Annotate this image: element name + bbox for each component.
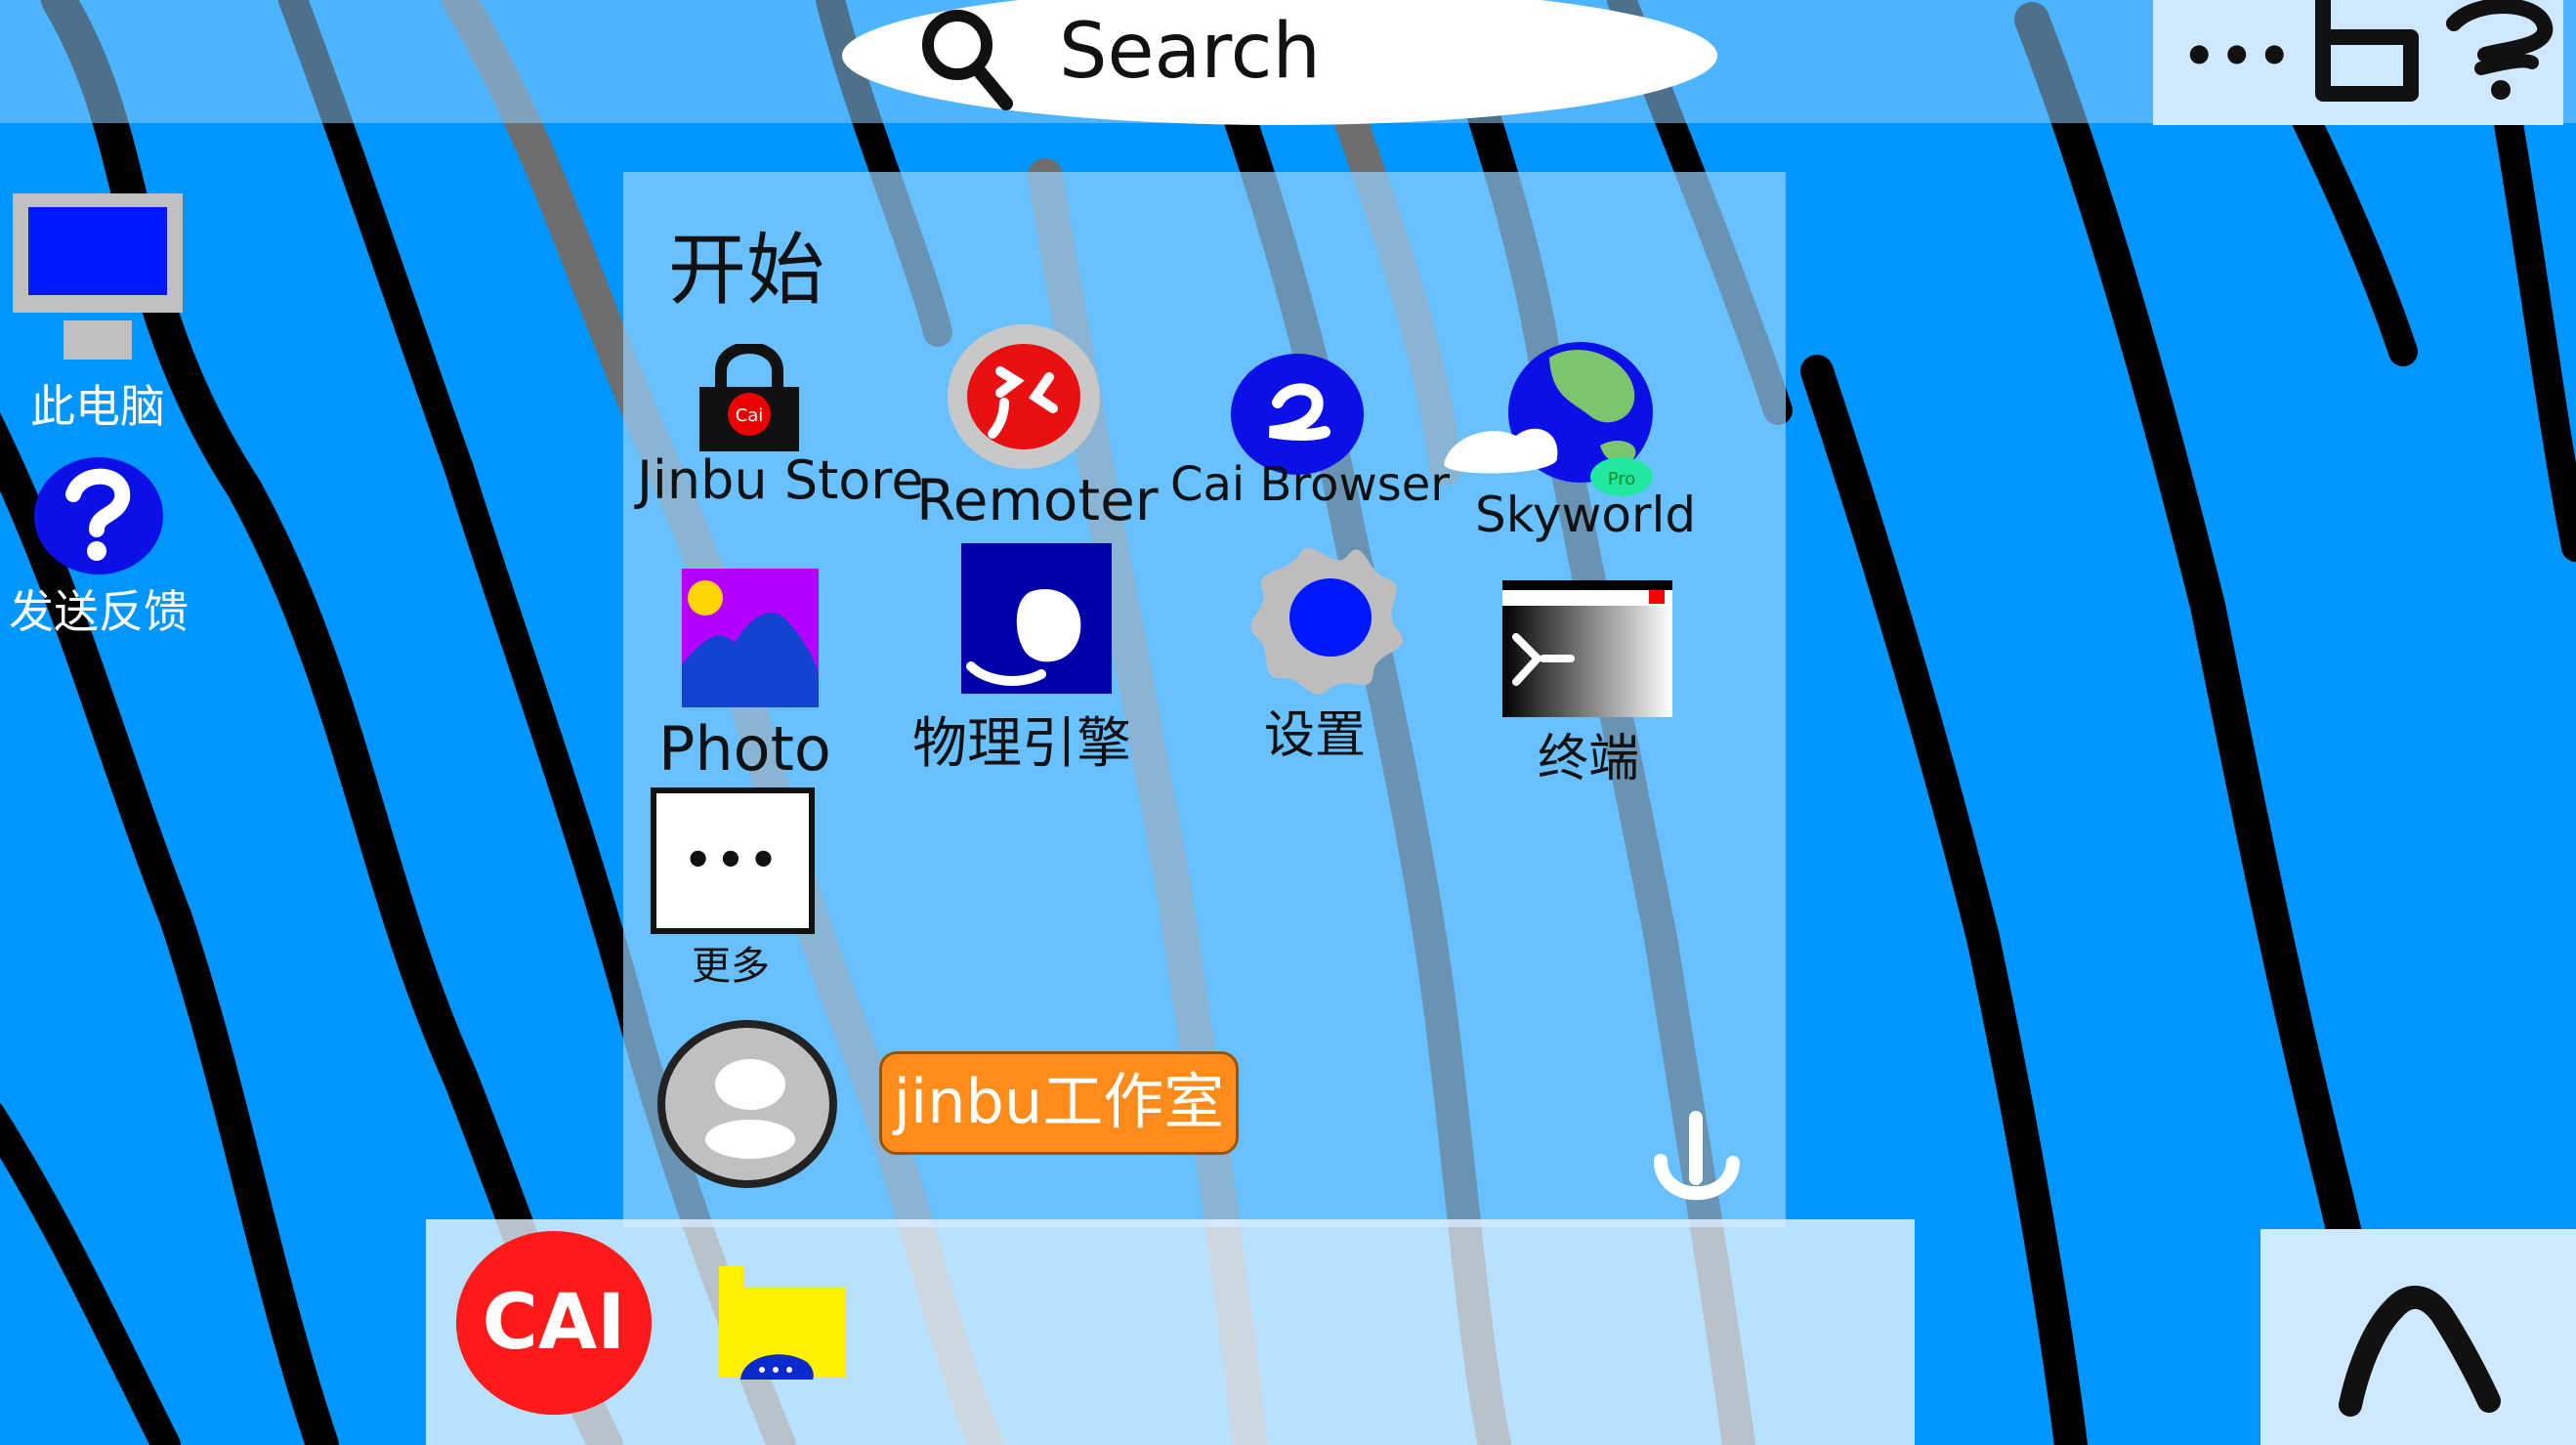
app-label-physics-engine: 物理引擎 (912, 712, 1131, 776)
start-menu: 开始 Cai Jinbu Store Remoter Cai Browser P… (623, 172, 1786, 1227)
taskbar: CAI (426, 1219, 1915, 1445)
desktop-icon-computer[interactable]: 此电脑 (8, 193, 188, 436)
app-label-settings: 设置 (1264, 706, 1367, 765)
gear-icon (1250, 547, 1403, 695)
app-label-jinbu-store: Jinbu Store (637, 449, 924, 511)
app-remoter[interactable]: Remoter (907, 324, 1159, 539)
more-icon-dots: ••• (683, 833, 782, 886)
help-icon[interactable] (2446, 0, 2555, 109)
search-placeholder: Search (1059, 8, 1321, 96)
app-label-photo: Photo (658, 713, 831, 785)
store-logo-text: Cai (736, 405, 764, 426)
remoter-icon (948, 324, 1100, 469)
app-more[interactable]: ••• 更多 (649, 787, 824, 993)
terminal-icon (1502, 580, 1672, 717)
app-label-more: 更多 (692, 944, 770, 989)
start-menu-title: 开始 (668, 225, 824, 316)
app-photo[interactable]: Photo (653, 569, 848, 803)
globe-icon: Pro (1444, 342, 1653, 496)
desktop-label-computer: 此电脑 (30, 380, 165, 433)
power-icon[interactable] (1645, 1110, 1747, 1211)
physics-engine-icon (961, 543, 1112, 694)
app-label-skyworld: Skyworld (1475, 487, 1697, 543)
notification-icon[interactable] (2309, 0, 2419, 109)
desktop-icon-feedback[interactable]: 发送反馈 (6, 455, 191, 641)
help-icon (34, 457, 163, 574)
more-options-button[interactable]: ••• (2182, 25, 2296, 87)
cai-logo-icon[interactable]: CAI (453, 1227, 655, 1419)
photo-icon (682, 569, 819, 707)
system-tray-button[interactable] (2260, 1229, 2576, 1445)
store-bag-icon: Cai (699, 344, 799, 451)
app-jinbu-store[interactable]: Cai Jinbu Store (623, 344, 924, 530)
desktop-label-feedback: 发送反馈 (9, 585, 189, 638)
app-cai-browser[interactable]: Cai Browser (1170, 354, 1450, 539)
user-name-button[interactable]: jinbu工作室 (879, 1051, 1239, 1155)
more-icon: ••• (651, 787, 815, 934)
folder-icon[interactable] (719, 1266, 850, 1380)
monitor-icon (13, 193, 183, 360)
search-icon (922, 10, 1013, 110)
cai-logo-text: CAI (483, 1279, 626, 1367)
avatar-icon[interactable] (656, 1020, 838, 1188)
app-skyworld[interactable]: Pro Skyworld (1434, 338, 1696, 553)
app-label-remoter: Remoter (916, 467, 1159, 533)
app-physics-engine[interactable]: 物理引擎 (907, 543, 1161, 778)
app-label-terminal: 终端 (1538, 730, 1640, 788)
app-label-cai-browser: Cai Browser (1170, 457, 1451, 512)
app-settings[interactable]: 设置 (1190, 535, 1444, 780)
top-right-panel: ••• (2153, 0, 2563, 125)
app-terminal[interactable]: 终端 (1493, 580, 1688, 788)
chevron-up-icon (2339, 1285, 2501, 1417)
